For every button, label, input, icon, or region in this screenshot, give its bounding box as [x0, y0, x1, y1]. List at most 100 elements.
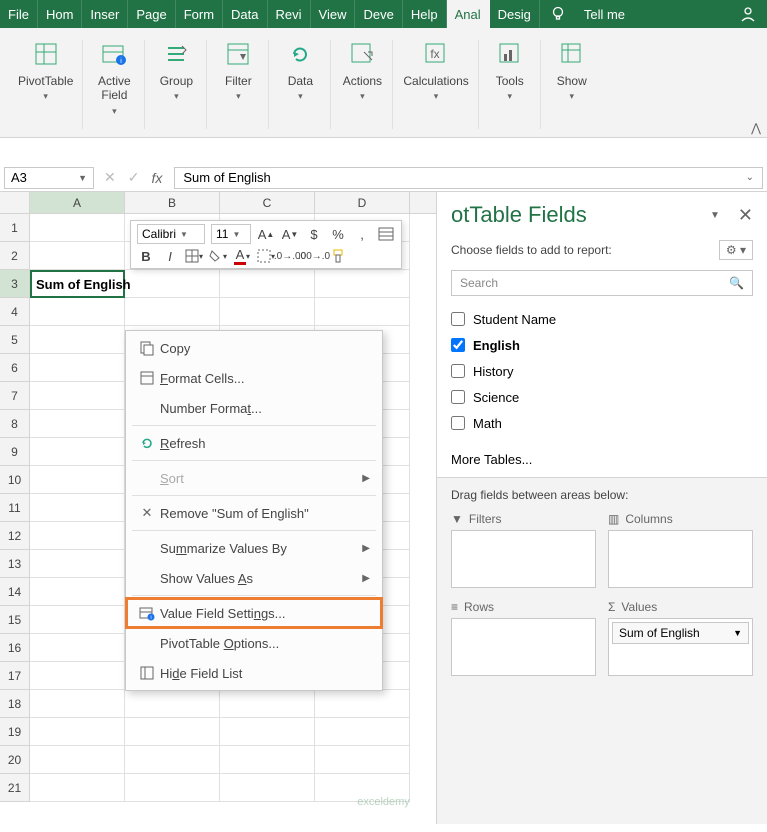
format-painter-icon[interactable] — [329, 247, 347, 265]
cell[interactable] — [30, 354, 125, 382]
cell[interactable] — [125, 774, 220, 802]
row-header[interactable]: 19 — [0, 718, 30, 746]
tab-file[interactable]: File — [0, 0, 38, 28]
values-area[interactable]: ΣValues Sum of English▼ — [608, 600, 753, 676]
cell[interactable] — [125, 690, 220, 718]
field-checkbox[interactable] — [451, 390, 465, 404]
cell[interactable] — [220, 690, 315, 718]
font-name-combo[interactable]: Calibri▼ — [137, 224, 205, 244]
ctx-number-format[interactable]: Number Format... — [126, 393, 382, 423]
tab-desig[interactable]: Desig — [490, 0, 540, 28]
row-header[interactable]: 7 — [0, 382, 30, 410]
filters-area[interactable]: ▼Filters — [451, 512, 596, 588]
cell[interactable] — [220, 270, 315, 298]
row-header[interactable]: 20 — [0, 746, 30, 774]
cell[interactable] — [30, 606, 125, 634]
cell[interactable] — [315, 746, 410, 774]
col-header-A[interactable]: A — [30, 192, 125, 213]
row-header[interactable]: 11 — [0, 494, 30, 522]
cell[interactable] — [315, 774, 410, 802]
row-header[interactable]: 9 — [0, 438, 30, 466]
cell[interactable] — [30, 662, 125, 690]
tab-inser[interactable]: Inser — [82, 0, 128, 28]
cell[interactable] — [30, 438, 125, 466]
bold-icon[interactable]: B — [137, 247, 155, 265]
close-icon[interactable]: ✕ — [738, 205, 753, 226]
field-checkbox[interactable] — [451, 338, 465, 352]
cell[interactable] — [315, 270, 410, 298]
cell[interactable] — [220, 746, 315, 774]
percent-format-icon[interactable]: % — [329, 225, 347, 243]
tell-me[interactable]: Tell me — [576, 0, 633, 28]
row-header[interactable]: 18 — [0, 690, 30, 718]
field-search-input[interactable]: Search 🔍 — [451, 270, 753, 296]
tab-view[interactable]: View — [311, 0, 356, 28]
field-math[interactable]: Math — [451, 410, 753, 436]
row-header[interactable]: 15 — [0, 606, 30, 634]
ctx-pivot-options[interactable]: PivotTable Options... — [126, 628, 382, 658]
field-science[interactable]: Science — [451, 384, 753, 410]
borders-icon[interactable]: ▾ — [185, 247, 203, 265]
ribbon-show[interactable]: Show▾ — [541, 32, 603, 137]
cell[interactable] — [30, 382, 125, 410]
col-header-B[interactable]: B — [125, 192, 220, 213]
ctx-remove[interactable]: ✕ Remove "Sum of English" — [126, 498, 382, 528]
cell[interactable] — [30, 718, 125, 746]
row-header[interactable]: 10 — [0, 466, 30, 494]
increase-decimal-icon[interactable]: .0→.00 — [281, 247, 299, 265]
ctx-format-cells[interactable]: Format Cells... — [126, 363, 382, 393]
row-header[interactable]: 4 — [0, 298, 30, 326]
ribbon-pivottable[interactable]: PivotTable▾ — [8, 32, 83, 137]
tab-revi[interactable]: Revi — [268, 0, 311, 28]
cell[interactable] — [30, 690, 125, 718]
columns-area[interactable]: ▥Columns — [608, 512, 753, 588]
tab-hom[interactable]: Hom — [38, 0, 82, 28]
row-header[interactable]: 13 — [0, 550, 30, 578]
ribbon-calculations[interactable]: fxCalculations▾ — [393, 32, 478, 137]
cell[interactable] — [30, 550, 125, 578]
rows-area[interactable]: ≡Rows — [451, 600, 596, 676]
cell[interactable] — [220, 718, 315, 746]
select-all-cell[interactable] — [0, 192, 30, 213]
account-icon[interactable] — [729, 0, 767, 28]
tab-help[interactable]: Help — [403, 0, 447, 28]
ctx-copy[interactable]: Copy — [126, 333, 382, 363]
font-color-icon[interactable]: A▾ — [233, 247, 251, 265]
cell[interactable] — [315, 690, 410, 718]
ctx-summarize[interactable]: Summarize Values By ▶ — [126, 533, 382, 563]
field-checkbox[interactable] — [451, 312, 465, 326]
ctx-value-field-settings[interactable]: i Value Field Settings... — [126, 598, 382, 628]
cell[interactable] — [30, 774, 125, 802]
cell[interactable] — [30, 466, 125, 494]
cell[interactable] — [30, 494, 125, 522]
row-header[interactable]: 3 — [0, 270, 30, 298]
field-history[interactable]: History — [451, 358, 753, 384]
cell[interactable] — [125, 718, 220, 746]
cell[interactable] — [30, 578, 125, 606]
col-header-D[interactable]: D — [315, 192, 410, 213]
field-checkbox[interactable] — [451, 416, 465, 430]
row-header[interactable]: 8 — [0, 410, 30, 438]
borders-outline-icon[interactable]: ▾ — [257, 247, 275, 265]
gear-icon[interactable]: ⚙ ▾ — [719, 240, 753, 260]
ribbon-data[interactable]: Data▾ — [269, 32, 331, 137]
ribbon-active[interactable]: iActiveField▾ — [83, 32, 145, 137]
chevron-down-icon[interactable]: ▼ — [78, 173, 87, 183]
tab-deve[interactable]: Deve — [355, 0, 402, 28]
decrease-font-icon[interactable]: A▼ — [281, 225, 299, 243]
cell[interactable] — [30, 746, 125, 774]
table-format-icon[interactable] — [377, 225, 395, 243]
row-header[interactable]: 5 — [0, 326, 30, 354]
row-header[interactable]: 17 — [0, 662, 30, 690]
cell[interactable] — [220, 774, 315, 802]
field-student-name[interactable]: Student Name — [451, 306, 753, 332]
field-checkbox[interactable] — [451, 364, 465, 378]
tab-page[interactable]: Page — [128, 0, 175, 28]
tab-form[interactable]: Form — [176, 0, 223, 28]
cell[interactable] — [30, 242, 125, 270]
cell[interactable] — [30, 214, 125, 242]
col-header-C[interactable]: C — [220, 192, 315, 213]
more-tables-link[interactable]: More Tables... — [437, 442, 767, 477]
pane-chevron-down-icon[interactable]: ▼ — [710, 210, 720, 221]
cell[interactable] — [30, 634, 125, 662]
